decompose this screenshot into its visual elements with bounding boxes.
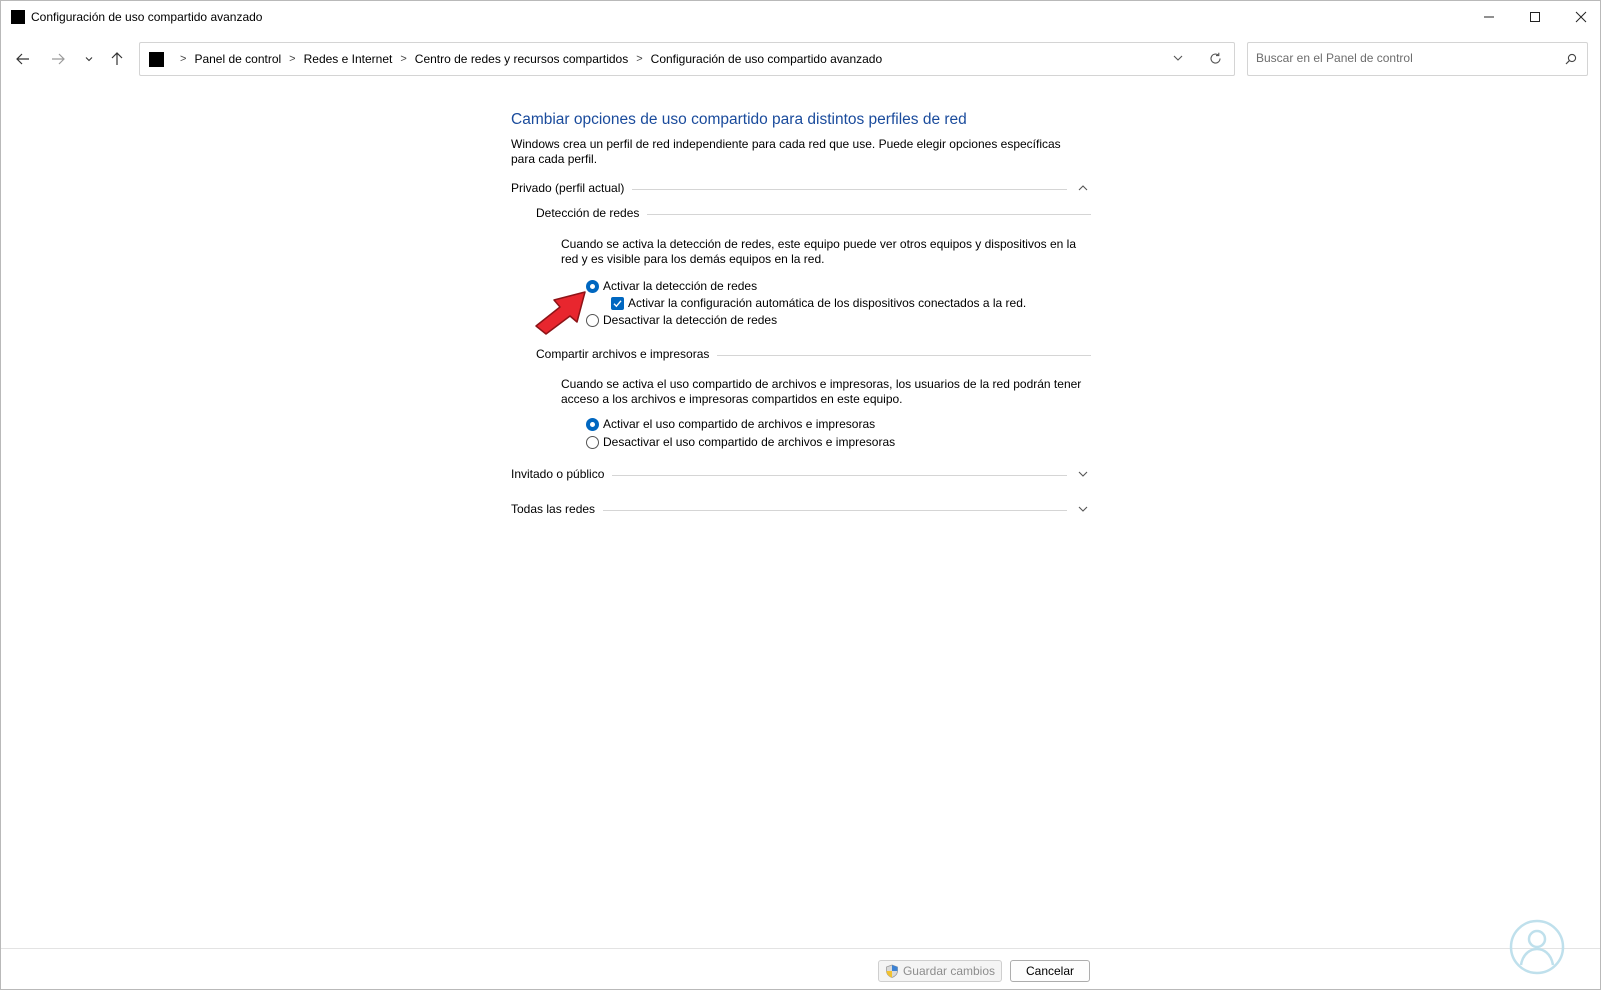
network-discovery-on-radio[interactable]: Activar la detección de redes — [586, 279, 757, 293]
section-guest[interactable]: Invitado o público — [511, 467, 1091, 485]
collapse-private-button[interactable] — [1077, 182, 1089, 197]
window-title: Configuración de uso compartido avanzado — [31, 10, 263, 24]
footer-bar: Guardar cambios Cancelar — [1, 948, 1600, 990]
search-input[interactable] — [1256, 51, 1546, 65]
file-sharing-on-label: Activar el uso compartido de archivos e … — [603, 417, 876, 431]
network-discovery-off-label: Desactivar la detección de redes — [603, 313, 778, 327]
subsection-divider — [708, 355, 1091, 356]
file-sharing-off-radio[interactable]: Desactivar el uso compartido de archivos… — [586, 435, 895, 449]
subsection-file-printer-sharing-label: Compartir archivos e impresoras — [536, 347, 718, 361]
forward-button[interactable] — [46, 47, 70, 71]
file-printer-sharing-description: Cuando se activa el uso compartido de ar… — [561, 377, 1082, 406]
minimize-button[interactable] — [1466, 1, 1512, 33]
search-box[interactable] — [1247, 42, 1588, 76]
section-divider — [631, 189, 1067, 190]
breadcrumb-item-advanced-sharing[interactable]: Configuración de uso compartido avanzado — [651, 52, 882, 66]
expand-all-networks-button[interactable] — [1077, 503, 1089, 518]
page-description: Windows crea un perfil de red independie… — [511, 137, 1061, 166]
section-all-networks[interactable]: Todas las redes — [511, 502, 1091, 520]
up-button[interactable] — [105, 47, 129, 71]
expand-guest-button[interactable] — [1077, 468, 1089, 483]
refresh-icon — [1210, 52, 1221, 64]
chevron-up-icon — [1078, 185, 1088, 191]
subsection-network-discovery-label: Detección de redes — [536, 206, 648, 220]
address-bar[interactable]: > Panel de control > Redes e Internet > … — [139, 42, 1235, 76]
section-private-label[interactable]: Privado (perfil actual) — [511, 181, 633, 195]
network-discovery-on-label: Activar la detección de redes — [603, 279, 758, 293]
navigation-bar: > Panel de control > Redes e Internet > … — [1, 39, 1600, 79]
breadcrumb: > Panel de control > Redes e Internet > … — [172, 52, 882, 66]
auto-setup-devices-label: Activar la configuración automática de l… — [628, 296, 1027, 310]
checkbox-checked[interactable] — [611, 296, 624, 310]
subsection-network-discovery: Detección de redes — [536, 206, 1091, 224]
radio-unselected[interactable] — [586, 435, 599, 449]
network-discovery-description: Cuando se activa la detección de redes, … — [561, 237, 1076, 266]
breadcrumb-separator[interactable]: > — [400, 53, 406, 65]
app-window: Configuración de uso compartido avanzado… — [0, 0, 1601, 990]
control-panel-icon — [149, 51, 164, 67]
file-sharing-off-label: Desactivar el uso compartido de archivos… — [603, 435, 896, 449]
annotation-arrow-icon — [535, 291, 586, 335]
uac-shield-icon — [886, 964, 898, 978]
checkmark-icon — [613, 299, 622, 307]
section-all-networks-label[interactable]: Todas las redes — [511, 502, 604, 516]
breadcrumb-item-network-internet[interactable]: Redes e Internet — [304, 52, 393, 66]
network-discovery-off-radio[interactable]: Desactivar la detección de redes — [586, 313, 777, 327]
subsection-file-printer-sharing: Compartir archivos e impresoras — [536, 347, 1091, 365]
maximize-icon — [1530, 12, 1540, 22]
arrow-left-icon — [16, 53, 29, 65]
save-changes-button[interactable]: Guardar cambios — [878, 960, 1002, 982]
maximize-button[interactable] — [1512, 1, 1558, 33]
minimize-icon — [1484, 16, 1494, 18]
cancel-button[interactable]: Cancelar — [1010, 960, 1090, 982]
arrow-up-icon — [111, 52, 123, 65]
breadcrumb-separator: > — [180, 53, 187, 65]
auto-setup-devices-checkbox[interactable]: Activar la configuración automática de l… — [611, 296, 1026, 310]
page-title: Cambiar opciones de uso compartido para … — [511, 111, 967, 128]
title-bar: Configuración de uso compartido avanzado — [1, 1, 1600, 33]
watermark-logo-icon — [1509, 919, 1565, 975]
chevron-down-icon — [1173, 55, 1183, 61]
file-sharing-on-radio[interactable]: Activar el uso compartido de archivos e … — [586, 417, 875, 431]
app-icon — [11, 10, 25, 24]
close-icon — [1575, 11, 1587, 23]
search-icon[interactable] — [1565, 53, 1577, 68]
subsection-divider — [640, 214, 1091, 215]
section-guest-label[interactable]: Invitado o público — [511, 467, 613, 481]
section-private[interactable]: Privado (perfil actual) — [511, 181, 1091, 199]
address-dropdown-button[interactable] — [1172, 52, 1184, 67]
close-button[interactable] — [1558, 1, 1601, 33]
save-changes-label: Guardar cambios — [902, 964, 996, 978]
breadcrumb-item-network-center[interactable]: Centro de redes y recursos compartidos — [415, 52, 628, 66]
chevron-down-icon — [1078, 471, 1088, 477]
chevron-down-icon — [85, 57, 93, 62]
cancel-label: Cancelar — [1025, 964, 1075, 978]
breadcrumb-item-control-panel[interactable]: Panel de control — [194, 52, 281, 66]
recent-locations-button[interactable] — [77, 47, 101, 71]
arrow-right-icon — [52, 53, 65, 65]
refresh-button[interactable] — [1209, 52, 1222, 68]
section-divider — [594, 510, 1067, 511]
breadcrumb-separator[interactable]: > — [636, 53, 642, 65]
section-divider — [611, 475, 1067, 476]
back-button[interactable] — [11, 47, 35, 71]
radio-selected[interactable] — [586, 417, 599, 431]
chevron-down-icon — [1078, 506, 1088, 512]
breadcrumb-separator[interactable]: > — [289, 53, 295, 65]
